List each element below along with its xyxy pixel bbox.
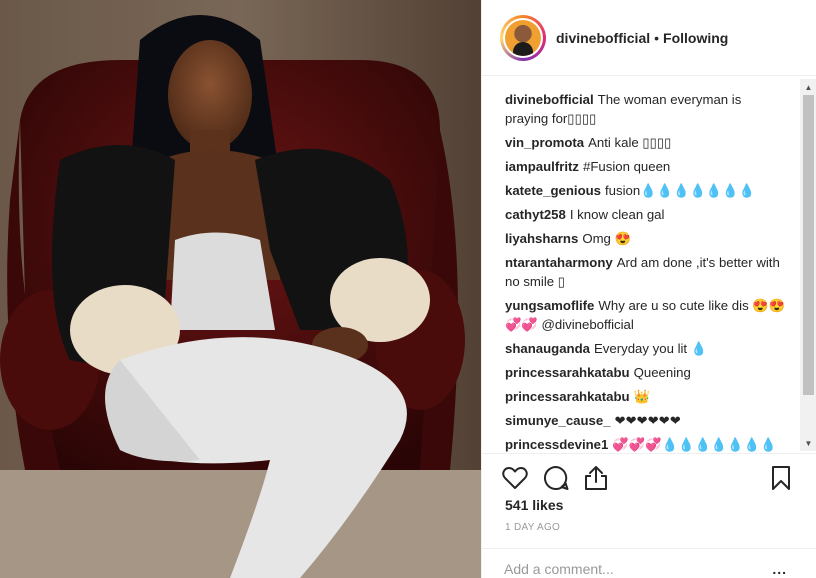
post-image: [0, 0, 481, 578]
post-actions: [482, 453, 816, 499]
comment-item: liyahsharns Omg 😍: [505, 229, 787, 248]
comment-text: 👑: [633, 389, 651, 404]
comment-list: divinebofficial The woman everyman is pra…: [482, 76, 816, 453]
add-comment-bar: ...: [482, 548, 816, 578]
comment-text: I know clean gal: [569, 207, 665, 222]
comments-section: divinebofficial The woman everyman is pra…: [482, 76, 816, 453]
comment-item: princessdevine1 💞💞💞💧💧💧💧💧💧💧: [505, 435, 787, 453]
comment-item: princessarahkatabu 👑: [505, 387, 787, 406]
like-button[interactable]: [501, 464, 529, 492]
comment-username[interactable]: divinebofficial: [505, 92, 594, 107]
comment-username[interactable]: simunye_cause_: [505, 413, 611, 428]
comment-item: ntarantaharmony Ard am done ,it's better …: [505, 253, 787, 291]
scroll-up-arrow-icon[interactable]: ▲: [800, 79, 816, 95]
comment-item: shanauganda Everyday you lit 💧: [505, 339, 787, 358]
comment-item: simunye_cause_ ❤❤❤❤❤❤: [505, 411, 787, 430]
scroll-down-arrow-icon[interactable]: ▼: [800, 435, 816, 451]
share-icon: [585, 466, 607, 490]
comment-username[interactable]: yungsamoflife: [505, 298, 594, 313]
comment-item: vin_promota Anti kale ▯▯▯▯: [505, 133, 787, 152]
comment-item: cathyt258 I know clean gal: [505, 205, 787, 224]
heart-icon: [502, 467, 528, 489]
comment-username[interactable]: princessarahkatabu: [505, 389, 630, 404]
comment-button[interactable]: [542, 464, 570, 492]
comment-text: #Fusion queen: [583, 159, 671, 174]
comment-text: Queening: [633, 365, 691, 380]
header-separator: •: [654, 29, 660, 46]
comment-username[interactable]: katete_genious: [505, 183, 601, 198]
comment-text: Omg 😍: [582, 231, 631, 246]
comments-scrollbar[interactable]: ▲ ▼: [800, 79, 816, 451]
post-panel: divinebofficial • Following divineboffic…: [481, 0, 816, 578]
comment-item: katete_genious fusion💧💧💧💧💧💧💧: [505, 181, 787, 200]
more-options-button[interactable]: ...: [772, 561, 787, 577]
comment-username[interactable]: vin_promota: [505, 135, 584, 150]
comment-text: Everyday you lit 💧: [594, 341, 708, 356]
following-button[interactable]: Following: [663, 30, 728, 46]
comment-item: princessarahkatabu Queening: [505, 363, 787, 382]
comment-text: Anti kale ▯▯▯▯: [588, 135, 672, 150]
header-username[interactable]: divinebofficial: [556, 30, 650, 46]
comment-text: 💞💞💞💧💧💧💧💧💧💧: [612, 437, 777, 452]
bookmark-icon: [772, 466, 790, 490]
post-photo[interactable]: [0, 0, 481, 578]
likes-count[interactable]: 541 likes: [505, 497, 563, 513]
comment-text: ❤❤❤❤❤❤: [614, 413, 681, 428]
share-button[interactable]: [582, 464, 610, 492]
comment-username[interactable]: shanauganda: [505, 341, 590, 356]
comment-username[interactable]: iampaulfritz: [505, 159, 579, 174]
post-header: divinebofficial • Following: [482, 0, 816, 76]
comment-item: iampaulfritz #Fusion queen: [505, 157, 787, 176]
avatar[interactable]: [500, 14, 546, 61]
comment-username[interactable]: liyahsharns: [505, 231, 578, 246]
comment-username[interactable]: princessarahkatabu: [505, 365, 630, 380]
avatar-image: [505, 19, 541, 56]
comment-username[interactable]: cathyt258: [505, 207, 566, 222]
post-timestamp[interactable]: 1 DAY AGO: [505, 522, 560, 533]
comment-username[interactable]: princessdevine1: [505, 437, 608, 452]
comment-input[interactable]: [504, 560, 754, 577]
scrollbar-thumb[interactable]: [803, 95, 814, 395]
save-button[interactable]: [767, 464, 795, 492]
comment-item: divinebofficial The woman everyman is pra…: [505, 90, 787, 128]
comment-text: fusion💧💧💧💧💧💧💧: [605, 183, 756, 198]
comment-item: yungsamoflife Why are u so cute like dis …: [505, 296, 787, 334]
comment-icon: [544, 465, 569, 490]
comment-username[interactable]: ntarantaharmony: [505, 255, 613, 270]
